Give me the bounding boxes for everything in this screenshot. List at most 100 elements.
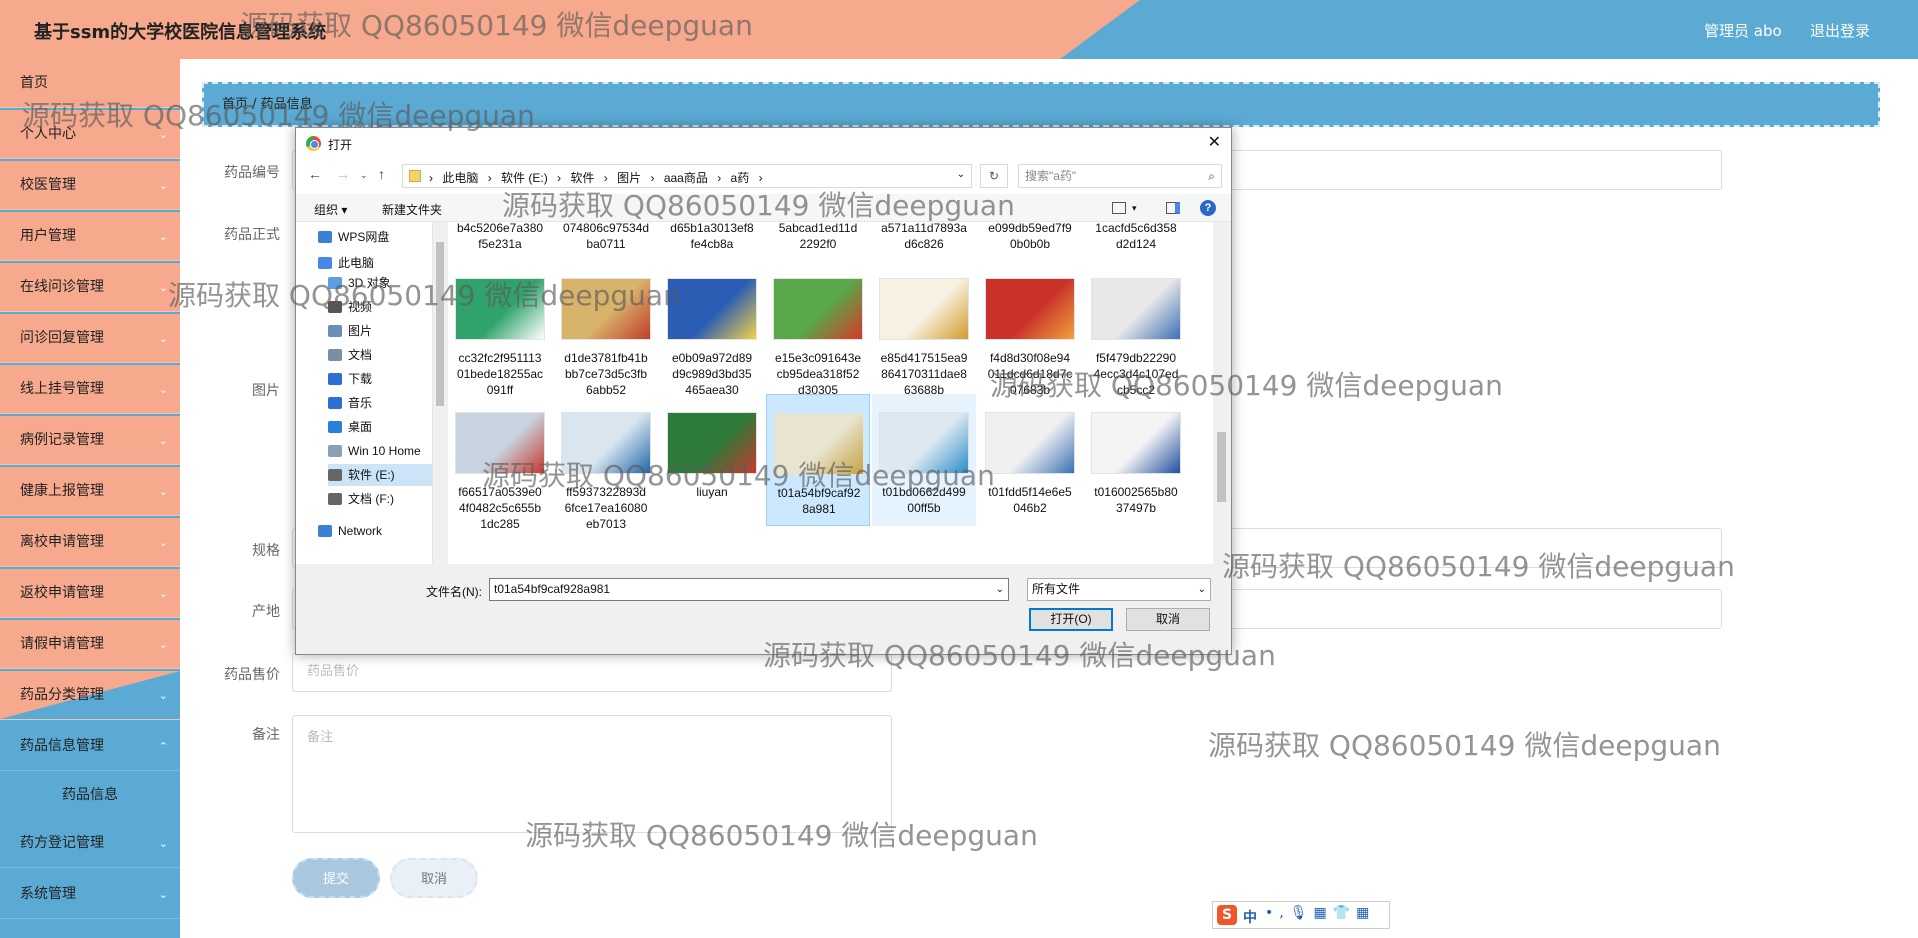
open-button[interactable]: 打开(O) — [1029, 608, 1113, 631]
file-item[interactable]: e0b09a972d89 d9c989d3bd35 465aea30 — [660, 260, 764, 397]
sidebar-item-return-school[interactable]: 返校申请管理 ⌄ — [0, 569, 180, 618]
recent-dropdown-icon[interactable]: ⌄ — [360, 170, 368, 181]
nav-scrollbar[interactable] — [433, 222, 447, 564]
files-scrollbar[interactable] — [1213, 222, 1230, 564]
submit-button[interactable]: 提交 — [292, 858, 380, 898]
chevron-down-icon[interactable]: ▾ — [1132, 203, 1137, 214]
file-item[interactable]: t016002565b80 37497b — [1084, 394, 1188, 526]
file-item[interactable]: ff5937322893d 6fce17ea16080 eb7013 — [554, 394, 658, 531]
address-crumb[interactable]: 软件 (E:) — [501, 171, 548, 185]
address-crumb[interactable]: 图片 — [617, 171, 641, 185]
nav-item-network[interactable]: Network — [318, 520, 430, 542]
nav-item-3d[interactable]: 3D 对象 — [328, 272, 440, 294]
scrollbar-thumb[interactable] — [1217, 432, 1226, 502]
file-item[interactable]: t01bd0662d499 00ff5b — [872, 394, 976, 526]
nav-item-documents[interactable]: 文档 — [328, 344, 440, 366]
sidebar-item-replies[interactable]: 问诊回复管理 ⌄ — [0, 314, 180, 363]
sidebar-item-label: 离校申请管理 — [20, 534, 104, 550]
scrollbar-thumb[interactable] — [436, 242, 444, 406]
chevron-down-icon: ⌄ — [158, 434, 168, 447]
sidebar-item-label: 药品分类管理 — [20, 687, 104, 703]
back-arrow-icon[interactable]: ← — [308, 166, 322, 182]
file-item[interactable]: liuyan — [660, 394, 764, 526]
sidebar-item-leave-request[interactable]: 请假申请管理 ⌄ — [0, 620, 180, 669]
help-icon[interactable]: ? — [1200, 200, 1216, 216]
new-folder-button[interactable]: 新建文件夹 — [382, 201, 442, 218]
file-item-label[interactable]: b4c5206e7a380 f5e231a — [448, 222, 552, 252]
sidebar-item-drug-category[interactable]: 药品分类管理 ⌄ — [0, 671, 180, 720]
sidebar-item-registration[interactable]: 线上挂号管理 ⌄ — [0, 365, 180, 414]
top-header: 基于ssm的大学校医院信息管理系统 管理员 abo 退出登录 — [0, 0, 1918, 59]
sidebar-item-consultation[interactable]: 在线问诊管理 ⌄ — [0, 263, 180, 312]
price-input[interactable]: 药品售价 — [292, 652, 892, 692]
file-item[interactable]: t01a54bf9caf92 8a981 — [766, 394, 870, 526]
file-item-label[interactable]: 5abcad1ed11d 2292f0 — [766, 222, 870, 252]
file-item[interactable]: e15e3c091643e cb95dea318f52 d30305 — [766, 260, 870, 397]
address-crumb[interactable]: 软件 — [570, 171, 594, 185]
nav-item-drive-e[interactable]: 软件 (E:) — [328, 464, 432, 486]
sidebar-item-label: 用户管理 — [20, 228, 76, 244]
address-crumb[interactable]: a药 — [731, 171, 750, 185]
nav-item-wps[interactable]: WPS网盘 — [318, 226, 430, 248]
remark-textarea[interactable]: 备注 — [292, 715, 892, 833]
file-item[interactable]: f4d8d30f08e94 011dcd6d18d7c 07683b — [978, 260, 1082, 397]
nav-item-music[interactable]: 音乐 — [328, 392, 440, 414]
address-crumb[interactable]: 此电脑 — [442, 171, 478, 185]
app-title: 基于ssm的大学校医院信息管理系统 — [34, 22, 327, 43]
refresh-icon[interactable]: ↻ — [980, 164, 1008, 188]
forward-arrow-icon[interactable]: → — [336, 166, 350, 182]
sidebar-item-leave-school[interactable]: 离校申请管理 ⌄ — [0, 518, 180, 567]
nav-item-this-pc[interactable]: 此电脑 — [318, 252, 430, 274]
nav-item-pictures[interactable]: 图片 — [328, 320, 440, 342]
preview-pane-icon[interactable] — [1166, 202, 1180, 214]
filename-input[interactable]: t01a54bf9caf928a981 ⌄ — [489, 578, 1009, 601]
up-arrow-icon[interactable]: ↑ — [378, 166, 385, 182]
nav-item-downloads[interactable]: 下载 — [328, 368, 440, 390]
breadcrumb-home[interactable]: 首页 — [222, 97, 248, 112]
cloud-icon — [318, 231, 332, 243]
file-item-label[interactable]: 1cacfd5c6d358 d2d124 — [1084, 222, 1188, 252]
file-item[interactable]: e85d417515ea9 864170311dae8 63688b — [872, 260, 976, 397]
cancel-button[interactable]: 取消 — [390, 858, 478, 898]
filetype-select[interactable]: 所有文件 ⌄ — [1027, 578, 1211, 601]
logout-link[interactable]: 退出登录 — [1810, 20, 1870, 41]
nav-item-videos[interactable]: 视频 — [328, 296, 440, 318]
view-options-icon[interactable] — [1112, 202, 1126, 214]
address-crumb[interactable]: aaa商品 — [664, 171, 708, 185]
sidebar-item-profile[interactable]: 个人中心 ⌄ — [0, 110, 180, 159]
file-item[interactable]: f5f479db22290 4ecc3d4c107ed cb5cc2 — [1084, 260, 1188, 397]
sidebar-item-users[interactable]: 用户管理 ⌄ — [0, 212, 180, 261]
sidebar-item-prescription[interactable]: 药方登记管理 ⌄ — [0, 819, 180, 868]
nav-item-desktop[interactable]: 桌面 — [328, 416, 440, 438]
file-item[interactable]: cc32fc2f951113 01bede18255ac 091ff — [448, 260, 552, 397]
chevron-down-icon[interactable]: ⌄ — [996, 579, 1004, 600]
nav-item-drive-f[interactable]: 文档 (F:) — [328, 488, 440, 510]
file-item[interactable]: f66517a0539e0 4f0482c5c655b 1dc285 — [448, 394, 552, 531]
sidebar-subitem-drug-info[interactable]: 药品信息 — [0, 772, 180, 818]
chevron-down-icon[interactable]: ⌄ — [957, 169, 965, 180]
spec-label: 规格 — [252, 543, 280, 559]
address-box[interactable]: › 此电脑 › 软件 (E:) › 软件 › 图片 › aaa商品 › a药 ›… — [402, 164, 972, 188]
sidebar: 首页 个人中心 ⌄ 校医管理 ⌄ 用户管理 ⌄ 在线问诊管理 ⌄ 问诊回复管理 ⌄ 线上挂… — [0, 59, 180, 938]
sidebar-item-home[interactable]: 首页 — [0, 59, 180, 108]
file-item-label[interactable]: e099db59ed7f9 0b0b0b — [978, 222, 1082, 252]
file-item[interactable]: d1de3781fb41b bb7ce73d5c3fb 6abb52 — [554, 260, 658, 397]
sidebar-item-drug-info[interactable]: 药品信息管理 ⌃ — [0, 722, 180, 771]
ime-language-toggle[interactable]: 中 — [1243, 907, 1257, 927]
dialog-cancel-button[interactable]: 取消 — [1126, 608, 1210, 631]
sidebar-item-health[interactable]: 健康上报管理 ⌄ — [0, 467, 180, 516]
file-item-label[interactable]: d65b1a3013ef8 fe4cb8a — [660, 222, 764, 252]
sidebar-item-system[interactable]: 系统管理 ⌄ — [0, 870, 180, 919]
organize-menu[interactable]: 组织 ▾ — [314, 201, 347, 218]
file-item[interactable]: t01fdd5f14e6e5 046b2 — [978, 394, 1082, 526]
sidebar-item-doctors[interactable]: 校医管理 ⌄ — [0, 161, 180, 210]
file-item-label[interactable]: a571a11d7893a d6c826 — [872, 222, 976, 252]
close-icon[interactable]: ✕ — [1208, 132, 1221, 152]
ime-tool-icons[interactable]: •,🎙▦👕▦ — [1265, 905, 1375, 921]
sogou-logo-icon[interactable]: S — [1217, 905, 1237, 925]
sidebar-item-records[interactable]: 病例记录管理 ⌄ — [0, 416, 180, 465]
file-item-label[interactable]: 074806c97534d ba0711 — [554, 222, 658, 252]
address-bar-row: ← → ⌄ ↑ › 此电脑 › 软件 (E:) › 软件 › 图片 › aaa商… — [296, 158, 1231, 194]
nav-item-drive-c[interactable]: Win 10 Home — [328, 440, 432, 462]
search-input[interactable]: 搜索"a药" ⌕ — [1018, 164, 1222, 188]
